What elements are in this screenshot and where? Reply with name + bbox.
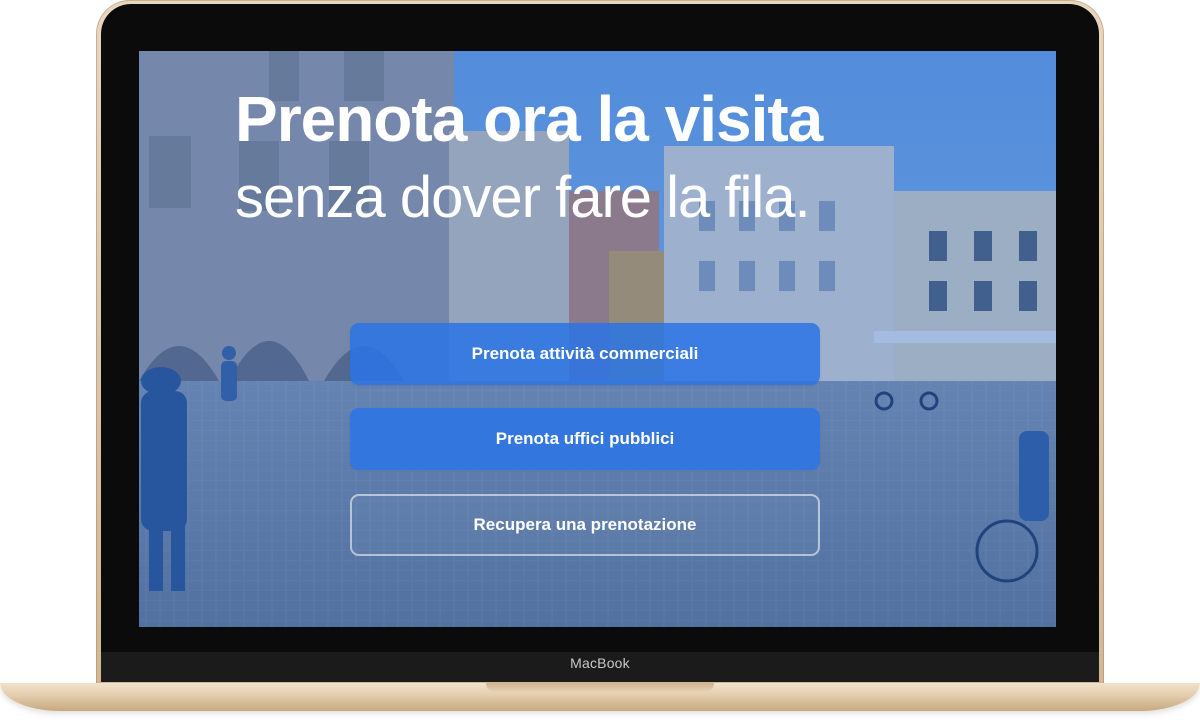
device-brand-label: MacBook bbox=[570, 655, 630, 671]
app-screen: Prenota ora la visita senza dover fare l… bbox=[139, 51, 1056, 627]
book-public-offices-button[interactable]: Prenota uffici pubblici bbox=[350, 408, 820, 470]
recover-booking-button[interactable]: Recupera una prenotazione bbox=[350, 494, 820, 556]
book-commercial-activities-button[interactable]: Prenota attività commerciali bbox=[350, 323, 820, 385]
laptop-mockup-scene: MacBook Prenota ora la visita senza dove… bbox=[0, 0, 1200, 720]
hero-subtitle: senza dover fare la fila. bbox=[235, 165, 811, 230]
laptop-hinge-notch bbox=[486, 683, 714, 692]
hero-title: Prenota ora la visita bbox=[235, 83, 823, 155]
